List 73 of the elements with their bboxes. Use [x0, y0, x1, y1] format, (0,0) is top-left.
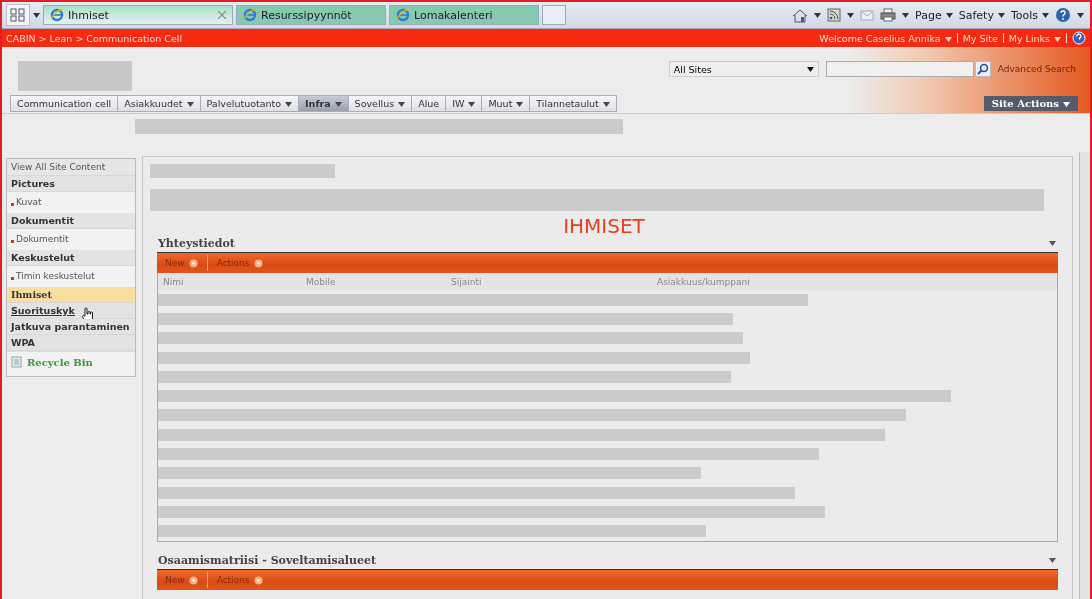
- caret-icon[interactable]: [1049, 557, 1056, 563]
- caret-icon[interactable]: [1077, 12, 1084, 18]
- caret-icon[interactable]: [398, 101, 406, 107]
- dropdown-icon[interactable]: [253, 575, 263, 585]
- sidebar-item[interactable]: Dokumentit: [16, 234, 69, 244]
- caret-icon[interactable]: [902, 12, 910, 18]
- command-menu[interactable]: Safety: [958, 8, 1005, 22]
- sidebar-item[interactable]: Kuvat: [16, 197, 42, 207]
- caret-icon[interactable]: [997, 12, 1005, 18]
- site-actions-button[interactable]: Site Actions: [983, 95, 1078, 111]
- nav-tab[interactable]: Sovellus: [347, 94, 413, 112]
- nav-tab[interactable]: Asiakkuudet: [117, 94, 201, 112]
- search-scope-dropdown[interactable]: All Sites: [668, 61, 819, 77]
- caret-icon[interactable]: [945, 12, 953, 18]
- advanced-search-link[interactable]: Advanced Search: [997, 64, 1076, 74]
- feed-icon[interactable]: [827, 8, 842, 22]
- close-tab-icon[interactable]: [218, 11, 226, 19]
- nav-tab[interactable]: Infra: [298, 94, 349, 112]
- command-menu[interactable]: Tools: [1010, 8, 1049, 22]
- search-button[interactable]: [974, 61, 991, 77]
- caret-icon[interactable]: [602, 101, 610, 107]
- dropdown-icon[interactable]: [188, 259, 198, 268]
- sidebar-link[interactable]: View All Site Content: [7, 159, 135, 176]
- sidebar-heading[interactable]: Dokumentit: [7, 213, 135, 229]
- caret-icon[interactable]: [33, 12, 40, 18]
- browser-icon: [396, 8, 410, 22]
- page-title: IHMISET: [562, 215, 646, 237]
- caret-icon[interactable]: [814, 12, 822, 18]
- caret-icon[interactable]: [186, 101, 194, 107]
- nav-tab[interactable]: IW: [445, 94, 483, 112]
- dropdown-icon[interactable]: [253, 259, 263, 268]
- bullet-icon: [11, 202, 14, 206]
- home-icon[interactable]: [792, 7, 809, 23]
- caret-icon[interactable]: [285, 101, 293, 107]
- caret-icon[interactable]: [806, 66, 814, 72]
- bullet-icon: [11, 276, 14, 280]
- dropdown-icon[interactable]: [188, 575, 198, 585]
- search-icon: [976, 63, 989, 75]
- scrollbar[interactable]: [1079, 152, 1090, 599]
- nav-tab[interactable]: Palvelutuotanto: [199, 94, 300, 112]
- web-part-title: Osaamismatriisi - Soveltamisalueet: [158, 553, 377, 567]
- nav-tab[interactable]: Muut: [481, 94, 531, 112]
- caret-icon[interactable]: [1063, 101, 1070, 107]
- browser-tab[interactable]: Lomakalenteri: [389, 5, 539, 25]
- browser-icon: [50, 8, 64, 22]
- sidebar-heading[interactable]: WPA: [7, 335, 135, 351]
- recycle-bin-icon: [11, 356, 22, 368]
- printer-icon[interactable]: [880, 8, 897, 22]
- caret-icon[interactable]: [1042, 12, 1049, 18]
- sidebar-heading[interactable]: Ihmiset: [7, 287, 135, 303]
- sidebar-item[interactable]: Timin keskustelut: [16, 271, 95, 281]
- nav-tab[interactable]: Alue: [411, 94, 447, 112]
- browser-tab[interactable]: Resurssipyynnöt: [236, 5, 386, 25]
- sidebar-heading[interactable]: Pictures: [7, 176, 135, 192]
- quick-tabs-button[interactable]: [6, 4, 30, 26]
- sidebar-heading[interactable]: Suorituskyk: [7, 303, 135, 319]
- help-icon[interactable]: [1055, 7, 1071, 23]
- grid-icon: [10, 8, 26, 22]
- sidebar-heading[interactable]: Jatkuva parantaminen: [7, 319, 135, 335]
- caret-icon[interactable]: [468, 101, 476, 107]
- help-icon[interactable]: [1072, 31, 1086, 45]
- command-menu[interactable]: Page: [915, 8, 953, 22]
- bullet-icon: [11, 239, 14, 243]
- nav-tab[interactable]: Tilannetaulut: [529, 94, 617, 112]
- browser-icon: [243, 8, 257, 22]
- search-field[interactable]: [825, 61, 974, 77]
- browser-tab[interactable]: Ihmiset: [43, 5, 233, 25]
- nav-tab[interactable]: Communication cell: [10, 94, 119, 112]
- caret-icon[interactable]: [847, 12, 855, 18]
- caret-icon[interactable]: [1049, 241, 1056, 246]
- caret-icon[interactable]: [516, 101, 524, 107]
- web-part-title: Yhteystiedot: [158, 237, 235, 250]
- sidebar-heading[interactable]: Keskustelut: [7, 250, 135, 266]
